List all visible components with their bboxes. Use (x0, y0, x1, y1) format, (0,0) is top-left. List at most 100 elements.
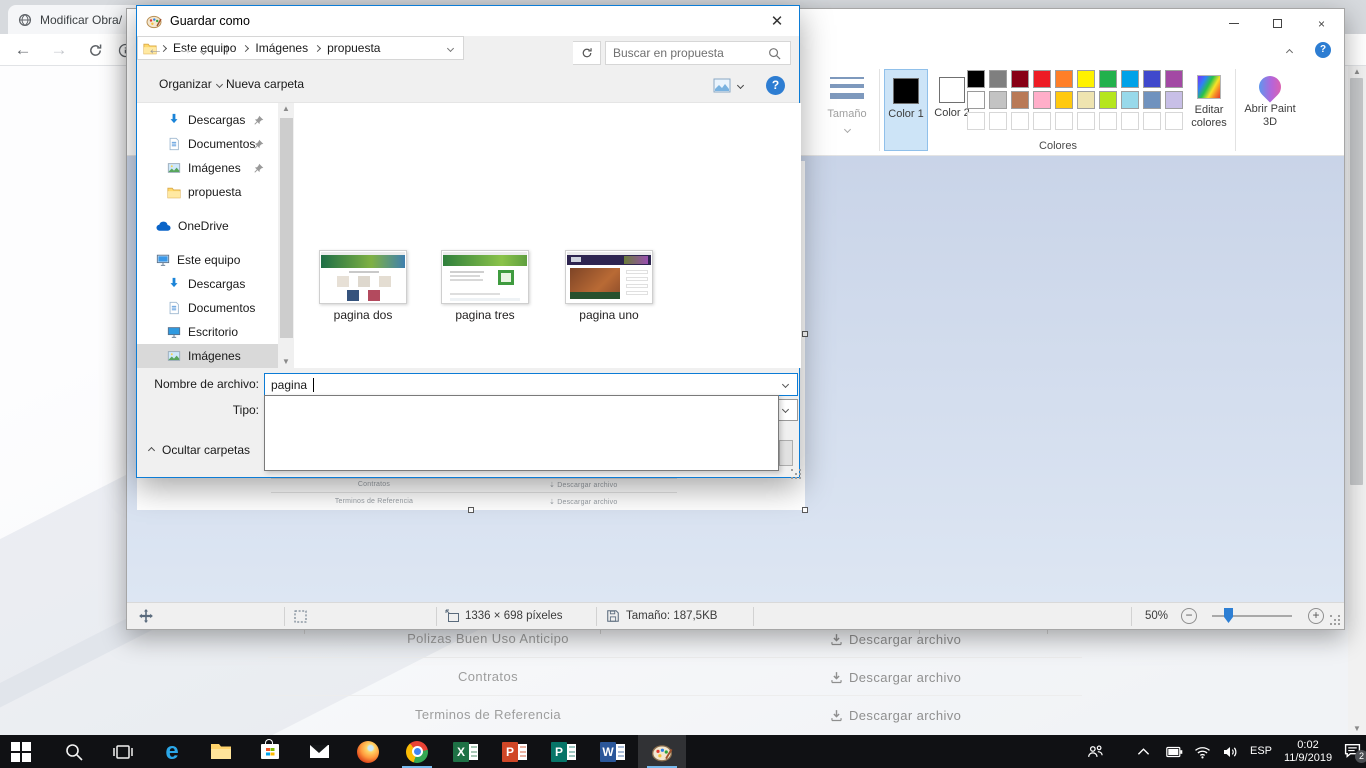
palette-swatch-empty[interactable] (1099, 112, 1117, 130)
palette-swatch[interactable] (1165, 91, 1183, 109)
tray-wifi-icon[interactable] (1189, 735, 1215, 768)
file-item-pagina-dos[interactable]: pagina dos (303, 250, 423, 322)
canvas-resize-handle-corner[interactable] (802, 507, 808, 513)
color1-button[interactable]: Color 1 (884, 69, 928, 151)
sidebar-item-documentos-2[interactable]: Documentos (137, 296, 278, 320)
sidebar-item-imagenes[interactable]: Imágenes (137, 156, 278, 180)
sidebar-item-descargas-2[interactable]: Descargas (137, 272, 278, 296)
browser-reload-button[interactable] (84, 43, 106, 63)
palette-swatch[interactable] (1099, 70, 1117, 88)
browser-forward-button[interactable]: → (48, 40, 70, 60)
palette-swatch[interactable] (1077, 91, 1095, 109)
taskbar-firefox-icon[interactable] (344, 735, 392, 768)
taskbar-powerpoint-icon[interactable]: P (491, 735, 539, 768)
filename-dropdown-arrow[interactable] (782, 381, 789, 388)
filename-autocomplete-dropdown[interactable] (264, 395, 779, 471)
file-item-pagina-tres[interactable]: pagina tres (425, 250, 545, 322)
sidebar-scrollbar[interactable]: ▲ ▼ (278, 103, 294, 368)
tray-people-icon[interactable] (1082, 735, 1108, 768)
file-item-pagina-uno[interactable]: pagina uno (549, 250, 669, 322)
taskbar-mail-icon[interactable] (295, 735, 343, 768)
zoom-slider-thumb[interactable] (1224, 608, 1233, 623)
collapse-ribbon-icon[interactable] (1286, 49, 1293, 56)
scrollbar-thumb[interactable] (280, 118, 293, 338)
sidebar-item-escritorio[interactable]: Escritorio (137, 320, 278, 344)
palette-swatch[interactable] (1055, 70, 1073, 88)
download-link[interactable]: Descargar archivo (830, 696, 961, 734)
palette-swatch[interactable] (1099, 91, 1117, 109)
tray-clock[interactable]: 0:02 11/9/2019 (1277, 735, 1339, 768)
new-folder-button[interactable]: Nueva carpeta (226, 77, 304, 91)
palette-swatch[interactable] (1033, 70, 1051, 88)
view-mode-button[interactable] (713, 78, 731, 96)
breadcrumb-propuesta[interactable]: propuesta (324, 41, 383, 55)
nav-up-button[interactable]: ↑ (215, 41, 239, 59)
palette-swatch-empty[interactable] (967, 112, 985, 130)
palette-swatch-empty[interactable] (1033, 112, 1051, 130)
sidebar-item-documentos[interactable]: Documentos (137, 132, 278, 156)
palette-swatch[interactable] (1121, 70, 1139, 88)
taskbar-edge-icon[interactable]: e (148, 735, 196, 768)
palette-swatch-empty[interactable] (989, 112, 1007, 130)
open-paint3d-button[interactable]: Abrir Paint 3D (1241, 69, 1299, 129)
scrollbar-down-arrow[interactable]: ▼ (1348, 723, 1366, 735)
palette-swatch[interactable] (1165, 70, 1183, 88)
close-button[interactable]: × (1299, 9, 1344, 38)
dialog-resize-grip[interactable] (791, 469, 793, 471)
minimize-button[interactable] (1211, 9, 1256, 38)
palette-swatch-empty[interactable] (1143, 112, 1161, 130)
tray-language-indicator[interactable]: ESP (1245, 735, 1277, 768)
zoom-in-button[interactable]: + (1308, 608, 1324, 624)
palette-swatch[interactable] (1121, 91, 1139, 109)
taskbar-search-button[interactable] (50, 735, 98, 768)
sidebar-item-este-equipo[interactable]: Este equipo (137, 248, 278, 272)
palette-swatch[interactable] (1055, 91, 1073, 109)
cancel-button-edge[interactable] (779, 440, 793, 466)
sidebar-item-onedrive[interactable]: OneDrive (137, 214, 278, 238)
zoom-out-button[interactable]: − (1181, 608, 1197, 624)
palette-swatch[interactable] (967, 70, 985, 88)
download-link[interactable]: Descargar archivo (830, 658, 961, 696)
maximize-button[interactable] (1255, 9, 1300, 38)
sidebar-item-propuesta[interactable]: propuesta (137, 180, 278, 204)
palette-swatch[interactable] (989, 70, 1007, 88)
canvas-resize-handle-right[interactable] (802, 331, 808, 337)
sidebar-item-descargas[interactable]: Descargas (137, 108, 278, 132)
scrollbar-up-arrow[interactable]: ▲ (1348, 66, 1366, 78)
search-input[interactable] (606, 46, 756, 60)
breadcrumb-imagenes[interactable]: Imágenes (252, 41, 311, 55)
palette-swatch[interactable] (1033, 91, 1051, 109)
palette-swatch-empty[interactable] (1121, 112, 1139, 130)
sidebar-item-imagenes-2[interactable]: Imágenes (137, 344, 278, 368)
refresh-button[interactable] (573, 41, 601, 65)
palette-swatch-empty[interactable] (1055, 112, 1073, 130)
tray-show-hidden-icons[interactable] (1131, 735, 1155, 768)
taskbar-task-view-button[interactable] (99, 735, 147, 768)
edit-colors-button[interactable]: Editar colores (1185, 69, 1233, 130)
taskbar-start-button[interactable] (1, 735, 49, 768)
palette-swatch-empty[interactable] (1165, 112, 1183, 130)
palette-swatch[interactable] (1143, 91, 1161, 109)
palette-swatch[interactable] (1077, 70, 1095, 88)
palette-swatch[interactable] (1011, 91, 1029, 109)
palette-swatch[interactable] (1143, 70, 1161, 88)
browser-scrollbar[interactable]: ▲ ▼ (1348, 66, 1366, 735)
size-button[interactable]: Tamaño (819, 69, 875, 135)
paint-help-button[interactable]: ? (1315, 42, 1331, 58)
organize-button[interactable]: Organizar (159, 77, 222, 91)
taskbar-file-explorer-icon[interactable] (197, 735, 245, 768)
resize-grip[interactable] (1330, 615, 1332, 617)
nav-forward-button[interactable]: → (173, 41, 197, 59)
taskbar-word-icon[interactable]: W (589, 735, 637, 768)
palette-swatch[interactable] (1011, 70, 1029, 88)
canvas-resize-handle-bottom[interactable] (468, 507, 474, 513)
filename-input[interactable]: pagina (264, 373, 798, 396)
taskbar-publisher-icon[interactable]: P (540, 735, 588, 768)
scrollbar-up-arrow[interactable]: ▲ (278, 103, 294, 115)
taskbar-paint-icon[interactable] (638, 735, 686, 768)
palette-swatch-empty[interactable] (1011, 112, 1029, 130)
tray-action-center[interactable]: 2 (1339, 735, 1366, 768)
scrollbar-thumb[interactable] (1350, 78, 1363, 485)
tray-battery-icon[interactable] (1161, 735, 1187, 768)
taskbar-store-icon[interactable] (246, 735, 294, 768)
